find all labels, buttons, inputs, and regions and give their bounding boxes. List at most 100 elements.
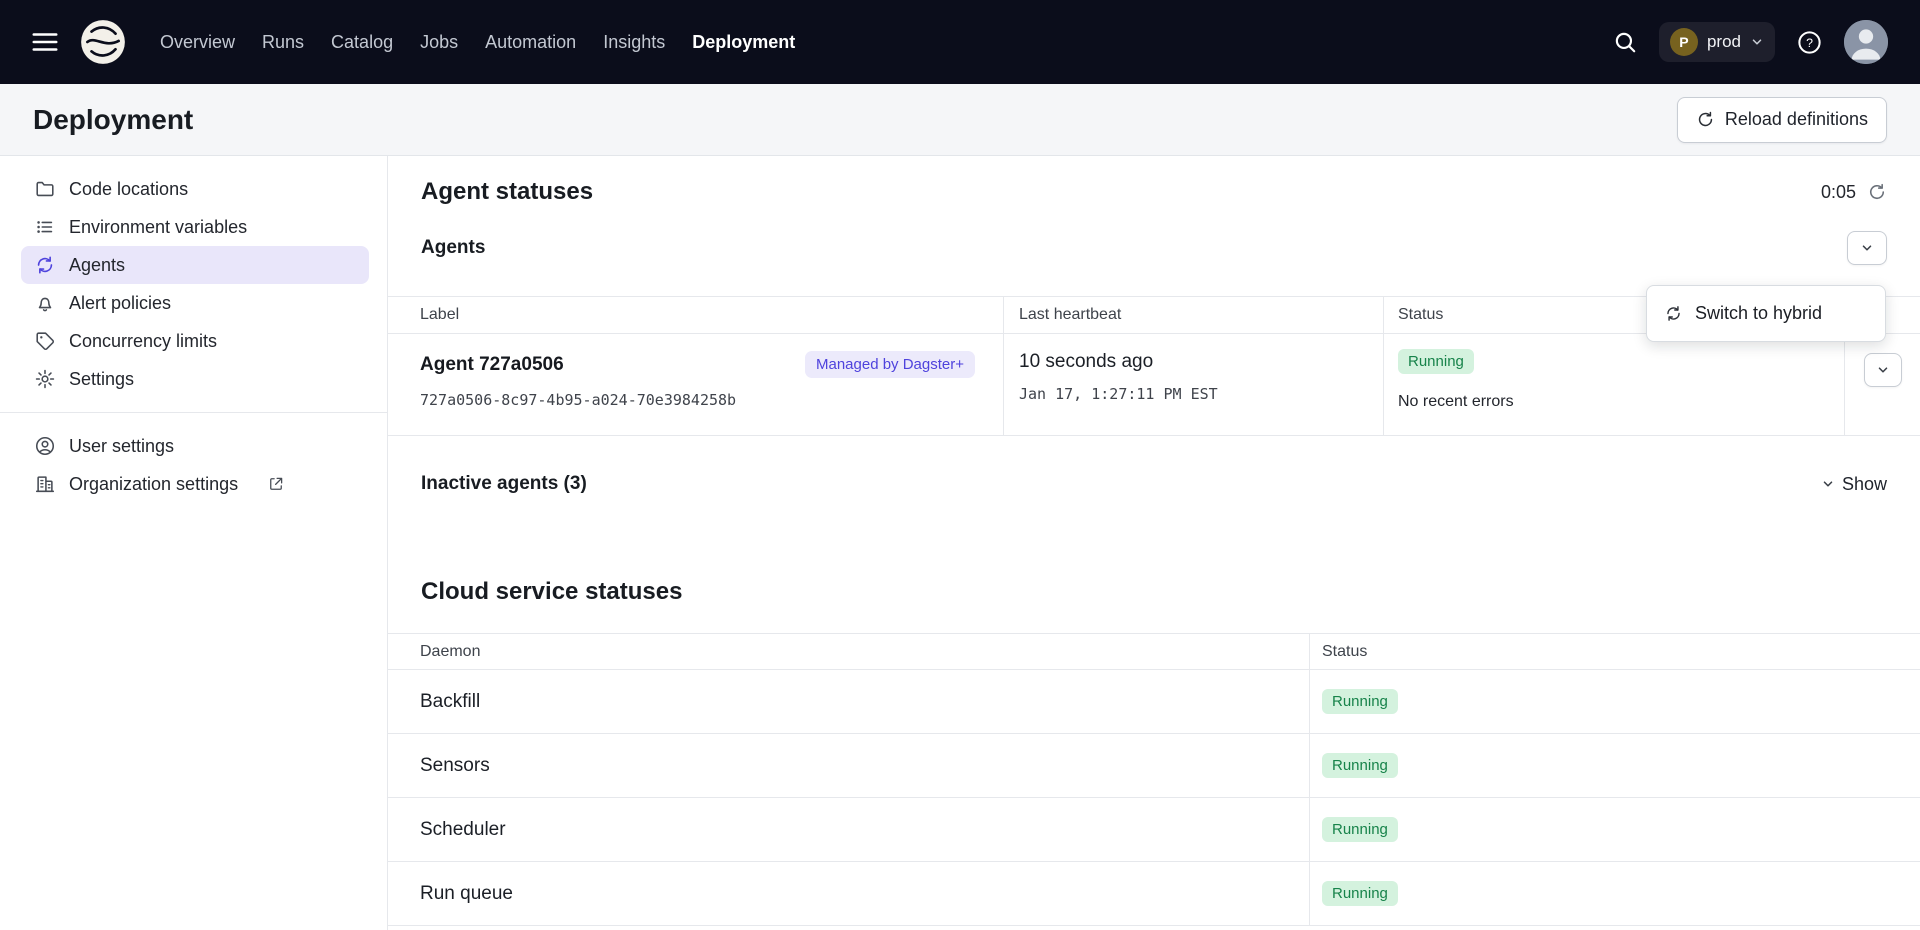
daemon-row: Backfill Running (388, 670, 1920, 734)
page-title: Deployment (33, 104, 193, 136)
cloud-services-table: Daemon Status Backfill Running Sensors R… (388, 633, 1920, 926)
daemon-name: Sensors (388, 734, 1310, 797)
sidebar-item-label: Code locations (69, 179, 188, 200)
cloud-services-table-header: Daemon Status (388, 634, 1920, 670)
sidebar-item-agents[interactable]: Agents (21, 246, 369, 284)
deployment-switcher[interactable]: P prod (1659, 22, 1775, 62)
navbar-right-controls: P prod ? (1612, 20, 1888, 64)
daemon-status-cell: Running (1310, 862, 1920, 925)
status-badge: Running (1322, 689, 1398, 714)
dagster-logo-icon[interactable] (78, 17, 128, 67)
reload-definitions-button[interactable]: Reload definitions (1677, 97, 1887, 143)
sidebar-divider (0, 412, 387, 413)
search-icon[interactable] (1612, 29, 1638, 55)
nav-item-insights[interactable]: Insights (603, 32, 665, 53)
agent-status-cell: Running No recent errors (1384, 334, 1845, 435)
daemon-row: Scheduler Running (388, 798, 1920, 862)
menu-item-switch-to-hybrid[interactable]: Switch to hybrid (1647, 291, 1885, 336)
inactive-agents-title: Inactive agents (3) (421, 473, 587, 495)
agent-actions-menu: Switch to hybrid (1646, 285, 1886, 342)
agent-id: 727a0506-8c97-4b95-a024-70e3984258b (420, 391, 975, 409)
refresh-countdown: 0:05 (1821, 182, 1856, 203)
sync-arrows-icon (1664, 304, 1683, 323)
page-header: Deployment Reload definitions (0, 84, 1920, 156)
sidebar-item-settings[interactable]: Settings (21, 360, 369, 398)
main-nav: Overview Runs Catalog Jobs Automation In… (160, 32, 795, 53)
tag-icon (34, 330, 56, 352)
chevron-down-icon (1750, 35, 1764, 49)
sidebar-item-label: Concurrency limits (69, 331, 217, 352)
column-header-last-heartbeat: Last heartbeat (1004, 297, 1384, 333)
nav-item-overview[interactable]: Overview (160, 32, 235, 53)
inactive-agents-show-toggle[interactable]: Show (1821, 474, 1887, 495)
help-icon[interactable]: ? (1796, 29, 1823, 56)
heartbeat-timestamp: Jan 17, 1:27:11 PM EST (1019, 385, 1383, 403)
nav-item-catalog[interactable]: Catalog (331, 32, 393, 53)
daemon-row: Sensors Running (388, 734, 1920, 798)
sidebar-item-label: Environment variables (69, 217, 247, 238)
sidebar-item-label: Settings (69, 369, 134, 390)
caret-down-icon (1876, 363, 1890, 377)
status-badge: Running (1322, 817, 1398, 842)
daemon-name: Run queue (388, 862, 1310, 925)
daemon-status-cell: Running (1310, 670, 1920, 733)
agent-row-dropdown-button[interactable] (1864, 353, 1902, 387)
managed-by-dagster-badge: Managed by Dagster+ (805, 351, 975, 378)
chevron-down-icon (1821, 477, 1835, 491)
building-icon (34, 473, 56, 495)
agent-statuses-title: Agent statuses (421, 178, 593, 206)
caret-down-icon (1860, 241, 1874, 255)
heartbeat-relative: 10 seconds ago (1019, 351, 1383, 373)
agents-section-title: Agents (421, 237, 485, 259)
agent-heartbeat-cell: 10 seconds ago Jan 17, 1:27:11 PM EST (1004, 334, 1384, 435)
reload-definitions-label: Reload definitions (1725, 109, 1868, 130)
nav-item-automation[interactable]: Automation (485, 32, 576, 53)
daemon-status-cell: Running (1310, 798, 1920, 861)
daemon-name: Backfill (388, 670, 1310, 733)
menu-item-label: Switch to hybrid (1695, 303, 1822, 324)
person-circle-icon (34, 435, 56, 457)
sidebar-item-user-settings[interactable]: User settings (21, 427, 369, 465)
show-toggle-label: Show (1842, 474, 1887, 495)
hamburger-menu-icon[interactable] (30, 27, 60, 57)
sidebar-item-label: Alert policies (69, 293, 171, 314)
agent-label-cell: Agent 727a0506 Managed by Dagster+ 727a0… (388, 334, 1004, 435)
bell-icon (34, 292, 56, 314)
sidebar-item-concurrency-limits[interactable]: Concurrency limits (21, 322, 369, 360)
agent-name: Agent 727a0506 (420, 354, 564, 376)
daemon-status-cell: Running (1310, 734, 1920, 797)
list-icon (34, 216, 56, 238)
agent-actions-cell (1845, 334, 1920, 435)
main-content: Agent statuses 0:05 Agents Label Last he… (388, 156, 1920, 930)
gear-icon (34, 368, 56, 390)
reload-icon (1696, 110, 1715, 129)
content-layout: Code locations Environment variables Age… (0, 156, 1920, 930)
deployment-initial-badge: P (1670, 28, 1698, 56)
nav-item-deployment[interactable]: Deployment (692, 32, 795, 53)
agents-sync-icon (34, 254, 56, 276)
sidebar-item-code-locations[interactable]: Code locations (21, 170, 369, 208)
deployment-name: prod (1707, 32, 1741, 52)
deployment-sidebar: Code locations Environment variables Age… (0, 156, 388, 930)
sidebar-item-organization-settings[interactable]: Organization settings (21, 465, 369, 503)
user-avatar[interactable] (1844, 20, 1888, 64)
agent-row: Agent 727a0506 Managed by Dagster+ 727a0… (388, 334, 1920, 436)
column-header-daemon: Daemon (388, 634, 1310, 669)
top-navbar: Overview Runs Catalog Jobs Automation In… (0, 0, 1920, 84)
sidebar-item-label: Agents (69, 255, 125, 276)
sidebar-item-label: Organization settings (69, 474, 238, 495)
column-header-status: Status (1310, 634, 1920, 669)
agents-actions-dropdown-button[interactable] (1847, 231, 1887, 265)
sidebar-item-alert-policies[interactable]: Alert policies (21, 284, 369, 322)
cloud-service-statuses-title: Cloud service statuses (421, 578, 682, 606)
refresh-icon[interactable] (1867, 182, 1887, 202)
daemon-name: Scheduler (388, 798, 1310, 861)
daemon-row: Run queue Running (388, 862, 1920, 926)
nav-item-runs[interactable]: Runs (262, 32, 304, 53)
status-note: No recent errors (1398, 393, 1844, 411)
nav-item-jobs[interactable]: Jobs (420, 32, 458, 53)
refresh-timer: 0:05 (1821, 182, 1887, 203)
status-badge: Running (1398, 349, 1474, 374)
status-badge: Running (1322, 753, 1398, 778)
sidebar-item-environment-variables[interactable]: Environment variables (21, 208, 369, 246)
